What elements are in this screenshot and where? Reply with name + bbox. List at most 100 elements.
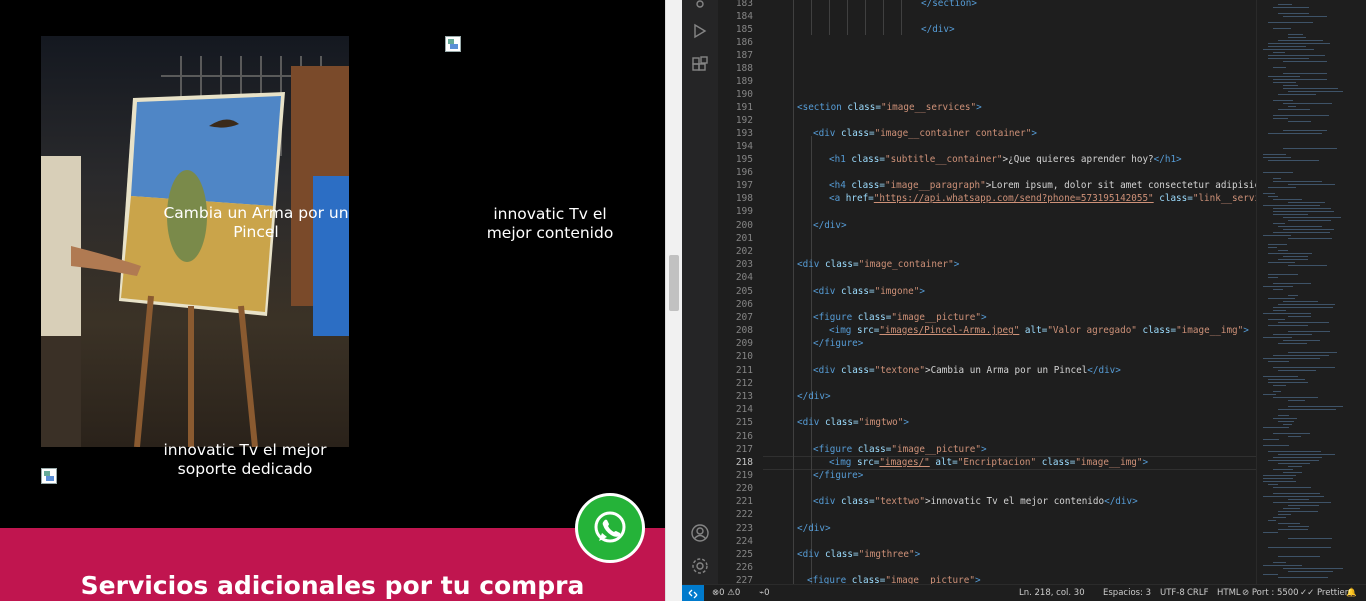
prettier-status[interactable]: ✓✓ Prettier	[1300, 588, 1348, 598]
minimap-line	[1273, 418, 1298, 420]
minimap-line	[1263, 193, 1275, 195]
language-mode[interactable]: HTML	[1217, 588, 1241, 598]
minimap-line	[1273, 199, 1302, 201]
minimap-line	[1273, 433, 1311, 435]
line-number: 207	[735, 312, 753, 323]
minimap-line	[1278, 4, 1293, 6]
minimap-line	[1268, 520, 1277, 522]
account-icon[interactable]	[690, 523, 710, 543]
minimap-line	[1278, 421, 1294, 423]
code-line-227: <figure class="image__picture">	[807, 575, 981, 584]
minimap-line	[1263, 235, 1292, 237]
minimap-line	[1283, 103, 1332, 105]
code-line-183: </section>	[921, 0, 977, 9]
code-line-217: <figure class="image__picture">	[813, 444, 987, 455]
indent-guide	[847, 0, 848, 35]
minimap-line	[1268, 379, 1305, 381]
line-number: 192	[735, 115, 753, 126]
code-line-219: </figure>	[813, 470, 864, 481]
minimap-line	[1283, 301, 1319, 303]
line-number: 188	[735, 63, 753, 74]
line-number: 201	[735, 233, 753, 244]
status-bar: ⊗0 ⚠0 ⌁0 Ln. 218, col. 30 Espacios: 3 UT…	[682, 584, 1366, 601]
minimap-line	[1273, 517, 1286, 519]
minimap-line	[1288, 466, 1302, 468]
minimap-line	[1268, 547, 1331, 549]
minimap-line	[1283, 88, 1339, 90]
minimap[interactable]	[1256, 0, 1366, 584]
code-line-207: <figure class="image__picture">	[813, 312, 987, 323]
problems-indicator[interactable]: ⊗0 ⚠0	[712, 588, 740, 598]
line-number: 224	[735, 536, 753, 547]
minimap-line	[1273, 232, 1330, 234]
minimap-line	[1263, 157, 1291, 159]
line-number: 190	[735, 89, 753, 100]
indent-guide	[793, 0, 794, 584]
cursor-position[interactable]: Ln. 218, col. 30	[1019, 588, 1085, 598]
run-debug-icon[interactable]	[690, 21, 710, 41]
indent-guide	[901, 0, 902, 35]
code-line-195: <h1 class="subtitle__container">¿Que qui…	[829, 154, 1182, 165]
code-line-198: <a href="https://api.whatsapp.com/send?p…	[829, 193, 1256, 204]
minimap-line	[1268, 253, 1313, 255]
browser-preview: Cambia un Arma por un Pincel innovatic T…	[0, 0, 665, 601]
remote-indicator-icon[interactable]	[682, 585, 704, 601]
minimap-line	[1288, 238, 1333, 240]
code-line-215: <div class="imgtwo">	[797, 417, 909, 428]
code-line-223: </div>	[797, 523, 831, 534]
whatsapp-button[interactable]	[575, 493, 645, 563]
minimap-line	[1288, 571, 1333, 573]
indentation-setting[interactable]: Espacios: 3	[1103, 588, 1151, 598]
encoding-setting[interactable]: UTF-8	[1160, 588, 1185, 598]
line-number: 187	[735, 50, 753, 61]
live-server-port[interactable]: ⊘ Port : 5500	[1242, 588, 1299, 598]
line-number: 191	[735, 102, 753, 113]
ports-count: 0	[764, 588, 770, 598]
minimap-line	[1288, 316, 1312, 318]
preview-scrollbar[interactable]	[665, 0, 682, 601]
notifications-bell-icon[interactable]: 🔔	[1346, 588, 1357, 598]
ports-indicator[interactable]: ⌁0	[759, 588, 770, 598]
eol-setting[interactable]: CRLF	[1187, 588, 1208, 598]
code-line-203: <div class="image_container">	[797, 259, 960, 270]
minimap-line	[1273, 82, 1296, 84]
preview-scrollbar-thumb[interactable]	[669, 255, 679, 311]
line-number-active: 218	[735, 457, 753, 468]
code-area[interactable]: </section> </div> <section class="image_…	[763, 0, 1256, 584]
minimap-line	[1263, 172, 1294, 174]
minimap-line	[1283, 568, 1344, 570]
minimap-line	[1283, 229, 1335, 231]
minimap-line	[1283, 217, 1342, 219]
minimap-line	[1273, 391, 1282, 393]
broken-image-icon	[445, 36, 461, 52]
minimap-line	[1273, 7, 1309, 9]
code-line-205: <div class="imgone">	[813, 286, 925, 297]
minimap-line	[1278, 463, 1310, 465]
line-number: 200	[735, 220, 753, 231]
minimap-line	[1288, 352, 1338, 354]
minimap-line	[1273, 223, 1286, 225]
minimap-line	[1273, 283, 1312, 285]
minimap-line	[1273, 307, 1334, 309]
error-count: 0	[719, 588, 725, 598]
minimap-line	[1263, 154, 1287, 156]
minimap-line	[1263, 445, 1290, 447]
minimap-line	[1278, 13, 1309, 15]
minimap-line	[1268, 43, 1331, 45]
minimap-line	[1288, 400, 1306, 402]
minimap-line	[1288, 34, 1303, 36]
minimap-line	[1288, 505, 1319, 507]
whatsapp-icon	[594, 511, 626, 543]
source-control-icon[interactable]	[690, 0, 710, 14]
line-number: 206	[735, 299, 753, 310]
minimap-line	[1263, 394, 1276, 396]
extensions-icon[interactable]	[690, 55, 710, 75]
minimap-line	[1288, 526, 1310, 528]
minimap-line	[1273, 115, 1329, 117]
minimap-line	[1278, 40, 1323, 42]
line-number: 217	[735, 444, 753, 455]
minimap-line	[1278, 454, 1335, 456]
minimap-line	[1263, 427, 1289, 429]
minimap-line	[1273, 208, 1331, 210]
settings-gear-icon[interactable]	[690, 556, 710, 576]
